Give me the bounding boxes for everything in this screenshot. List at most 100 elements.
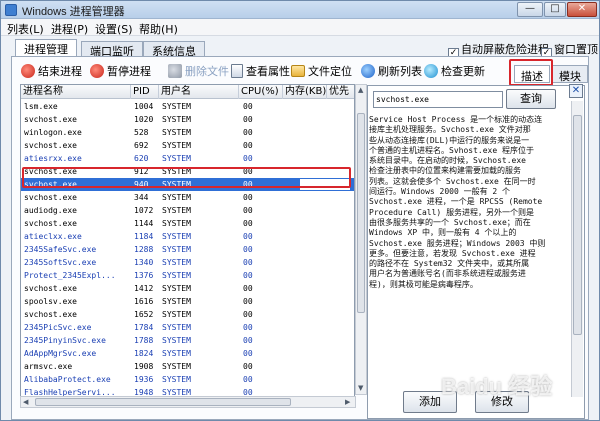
- table-row[interactable]: 2345PinyinSvc.exe 1788 SYSTEM 00: [21, 334, 354, 347]
- cell-username: SYSTEM: [162, 310, 191, 319]
- cell-username: SYSTEM: [162, 141, 191, 150]
- col-priority[interactable]: 优先: [327, 85, 354, 99]
- cell-pid: 912: [134, 167, 149, 176]
- cell-process-name: audiodg.exe: [24, 206, 77, 215]
- cell-pid: 1340: [134, 258, 154, 267]
- table-row[interactable]: svchost.exe 940 SYSTEM 00: [21, 178, 354, 191]
- minimize-button[interactable]: —: [517, 2, 543, 17]
- col-cpu[interactable]: CPU(%): [239, 85, 283, 99]
- auto-block-label: 自动屏蔽危险进程: [461, 43, 549, 56]
- table-row[interactable]: AlibabaProtect.exe 1936 SYSTEM 00: [21, 373, 354, 386]
- cell-cpu: 00: [243, 323, 253, 332]
- pause-process-button[interactable]: 暂停进程: [90, 61, 151, 81]
- process-search-input[interactable]: [373, 91, 503, 108]
- table-row[interactable]: svchost.exe 1652 SYSTEM 00: [21, 308, 354, 321]
- check-update-label: 检查更新: [441, 65, 485, 78]
- delete-file-button[interactable]: 删除文件: [168, 61, 229, 81]
- col-username[interactable]: 用户名: [159, 85, 239, 99]
- table-row[interactable]: atiesrxx.exe 620 SYSTEM 00: [21, 152, 354, 165]
- cell-pid: 1072: [134, 206, 154, 215]
- col-pid[interactable]: PID: [131, 85, 159, 99]
- table-row[interactable]: winlogon.exe 528 SYSTEM 00: [21, 126, 354, 139]
- table-row[interactable]: 2345SoftSvc.exe 1340 SYSTEM 00: [21, 256, 354, 269]
- col-memory[interactable]: 内存(KB): [283, 85, 327, 99]
- table-horizontal-scrollbar[interactable]: ◀ ▶: [20, 396, 356, 408]
- scroll-thumb[interactable]: [573, 115, 582, 335]
- table-row[interactable]: svchost.exe 692 SYSTEM 00: [21, 139, 354, 152]
- table-row[interactable]: svchost.exe 912 SYSTEM 00: [21, 165, 354, 178]
- check-update-button[interactable]: 检查更新: [424, 61, 485, 81]
- description-line: 间运行。Windows 2000 一般有 2 个: [369, 187, 511, 197]
- cell-cpu: 00: [243, 102, 253, 111]
- menu-help[interactable]: 帮助(H): [139, 21, 178, 37]
- cell-process-name: svchost.exe: [24, 310, 77, 319]
- scroll-up-icon[interactable]: ▲: [358, 86, 363, 94]
- pause-process-icon: [90, 64, 104, 78]
- description-line: Procedure Call) 服务进程，另外一个则是: [369, 207, 535, 217]
- table-row[interactable]: svchost.exe 1020 SYSTEM 00: [21, 113, 354, 126]
- table-row[interactable]: 2345PicSvc.exe 1784 SYSTEM 00: [21, 321, 354, 334]
- tab-port-listening[interactable]: 端口监听: [81, 41, 143, 58]
- table-vertical-scrollbar[interactable]: ▲ ▼: [355, 84, 367, 395]
- locate-file-button[interactable]: 文件定位: [291, 61, 352, 81]
- menu-list[interactable]: 列表(L): [7, 21, 44, 37]
- cell-pid: 1652: [134, 310, 154, 319]
- scroll-right-icon[interactable]: ▶: [345, 398, 350, 406]
- table-row[interactable]: atieclxx.exe 1184 SYSTEM 00: [21, 230, 354, 243]
- description-scrollbar[interactable]: [571, 101, 583, 397]
- scroll-left-icon[interactable]: ◀: [23, 398, 28, 406]
- cell-cpu: 00: [243, 128, 253, 137]
- table-row[interactable]: spoolsv.exe 1616 SYSTEM 00: [21, 295, 354, 308]
- cell-username: SYSTEM: [162, 284, 191, 293]
- cell-process-name: svchost.exe: [24, 193, 77, 202]
- table-row[interactable]: armsvc.exe 1908 SYSTEM 00: [21, 360, 354, 373]
- table-row[interactable]: lsm.exe 1004 SYSTEM 00: [21, 100, 354, 113]
- watermark: Baidu 经验: [441, 374, 553, 399]
- scroll-down-icon[interactable]: ▼: [358, 384, 363, 392]
- col-process-name[interactable]: 进程名称: [21, 85, 131, 99]
- close-window-button[interactable]: ✕: [567, 2, 597, 17]
- table-row[interactable]: svchost.exe 1144 SYSTEM 00: [21, 217, 354, 230]
- tab-modules[interactable]: 模块: [552, 65, 588, 83]
- scroll-thumb[interactable]: [357, 113, 365, 313]
- description-line: 检查注册表中的位置来构建需要加载的服务: [369, 166, 521, 176]
- cell-pid: 344: [134, 193, 149, 202]
- table-row[interactable]: svchost.exe 344 SYSTEM 00: [21, 191, 354, 204]
- cell-process-name: 2345PinyinSvc.exe: [24, 336, 106, 345]
- cell-cpu: 00: [243, 349, 253, 358]
- query-button[interactable]: 查询: [506, 89, 556, 109]
- delete-file-label: 删除文件: [185, 65, 229, 78]
- table-row[interactable]: svchost.exe 1412 SYSTEM 00: [21, 282, 354, 295]
- cell-pid: 1824: [134, 349, 154, 358]
- table-row[interactable]: 2345SafeSvc.exe 1288 SYSTEM 00: [21, 243, 354, 256]
- cell-pid: 1144: [134, 219, 154, 228]
- end-process-button[interactable]: 结束进程: [21, 61, 82, 81]
- cell-username: SYSTEM: [162, 323, 191, 332]
- always-on-top-label: 窗口置顶: [554, 43, 598, 56]
- cell-pid: 1936: [134, 375, 154, 384]
- tab-process-management[interactable]: 进程管理: [15, 39, 77, 57]
- refresh-icon: [361, 64, 375, 78]
- tab-description[interactable]: 描述: [514, 65, 550, 83]
- refresh-button[interactable]: 刷新列表: [361, 61, 422, 81]
- cell-pid: 1784: [134, 323, 154, 332]
- table-row[interactable]: Protect_2345Expl... 1376 SYSTEM 00: [21, 269, 354, 282]
- maximize-button[interactable]: □: [544, 2, 566, 17]
- app-logo-icon: [5, 4, 17, 16]
- cell-process-name: Protect_2345Expl...: [24, 271, 116, 280]
- menu-settings[interactable]: 设置(S): [95, 21, 133, 37]
- cell-username: SYSTEM: [162, 180, 191, 189]
- description-line: 接库主机处理服务。Svchost.exe 文件对那: [369, 125, 531, 135]
- tab-system-info[interactable]: 系统信息: [143, 41, 205, 58]
- title-bar[interactable]: Windows 进程管理器 — □ ✕: [1, 1, 599, 19]
- description-line: 用户名为普通账号名(而非系统进程或服务进: [369, 269, 526, 279]
- properties-button[interactable]: 查看属性: [231, 61, 290, 81]
- scroll-thumb[interactable]: [35, 398, 291, 406]
- cell-username: SYSTEM: [162, 115, 191, 124]
- table-row[interactable]: audiodg.exe 1072 SYSTEM 00: [21, 204, 354, 217]
- cell-cpu: 00: [243, 193, 253, 202]
- close-icon[interactable]: ✕: [569, 84, 583, 98]
- table-row[interactable]: AdAppMgrSvc.exe 1824 SYSTEM 00: [21, 347, 354, 360]
- menu-process[interactable]: 进程(P): [51, 21, 88, 37]
- cell-cpu: 00: [243, 310, 253, 319]
